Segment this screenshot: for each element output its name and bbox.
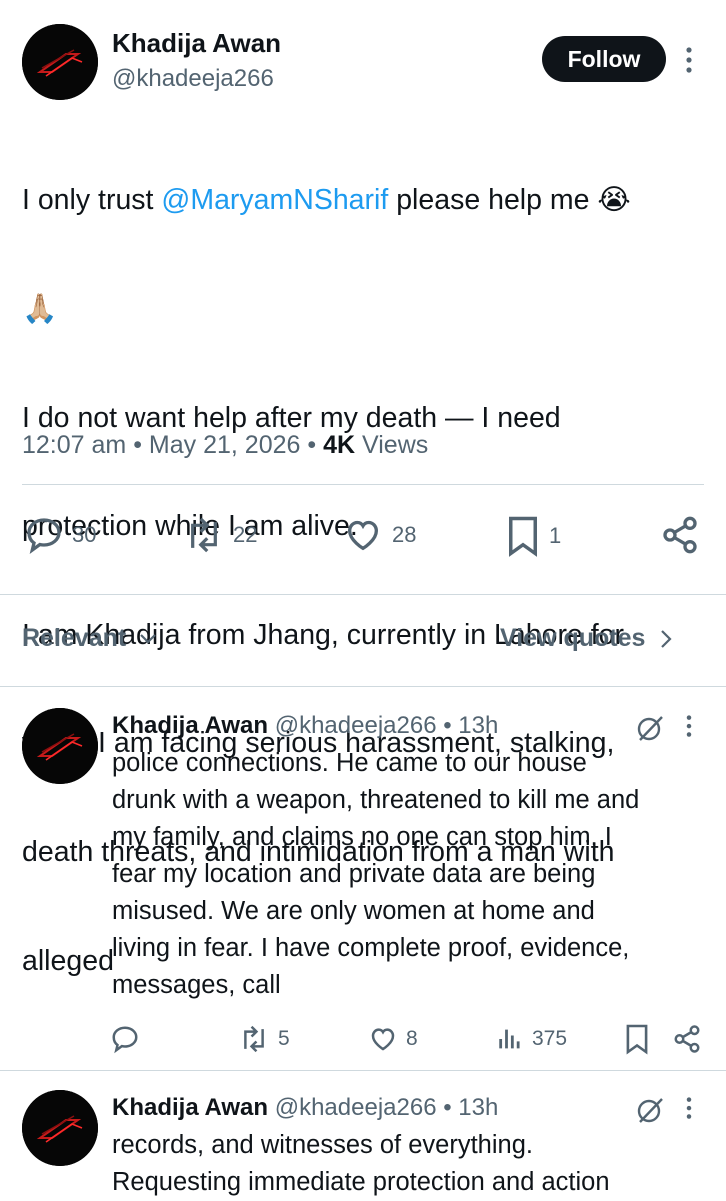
repost-count: 22 (233, 522, 258, 547)
author-handle[interactable]: @khadeeja266 (275, 712, 437, 739)
reply-text: records, and witnesses of everything. Re… (112, 1131, 610, 1196)
chevron-down-icon (140, 633, 156, 644)
tweet-meta: 12:07 am • May 21, 2026 • 4K Views (22, 431, 429, 459)
repost-button[interactable]: 22 (183, 515, 257, 555)
tweet-line: 🙏🏼 (22, 293, 58, 325)
chevron-right-icon (661, 629, 672, 648)
reply-age[interactable]: 13h (458, 712, 498, 739)
like-button[interactable]: 8 (368, 1024, 418, 1054)
mention-link[interactable]: @MaryamNSharif (161, 184, 388, 216)
bookmark-button[interactable] (624, 1023, 650, 1055)
views-count: 4K (323, 431, 356, 459)
tweet-line: I only trust @MaryamNSharif please help … (22, 184, 631, 217)
reply-icon (112, 1026, 138, 1054)
like-icon (371, 1028, 395, 1051)
more-icon[interactable] (680, 44, 698, 76)
more-icon[interactable] (680, 1094, 698, 1129)
divider (22, 484, 704, 485)
bookmark-count: 1 (549, 523, 562, 548)
avatar[interactable] (22, 24, 98, 100)
bookmark-icon (509, 516, 537, 557)
share-icon (674, 1025, 700, 1053)
bookmark-button[interactable]: 1 (505, 515, 561, 557)
reply-button[interactable]: 30 (24, 515, 96, 555)
bookmark-icon (626, 1024, 648, 1055)
tweet-time[interactable]: 12:07 am (22, 431, 126, 459)
reply-icon (27, 518, 61, 555)
reply-button[interactable] (110, 1024, 148, 1054)
author-handle[interactable]: @khadeeja266 (112, 64, 274, 94)
repost-count: 5 (278, 1027, 290, 1050)
reply-header: Khadija Awan @khadeeja266 • 13h (112, 712, 499, 739)
reply-count: 30 (72, 522, 97, 547)
view-quotes-label: View quotes (500, 624, 646, 652)
avatar[interactable] (22, 1090, 98, 1166)
author-name[interactable]: Khadija Awan (112, 28, 281, 58)
grok-icon[interactable] (634, 1094, 666, 1131)
more-icon[interactable] (680, 712, 698, 747)
views-button[interactable]: 375 (496, 1024, 567, 1054)
share-button[interactable] (672, 1023, 702, 1055)
repost-button[interactable]: 5 (238, 1024, 290, 1054)
reply-age[interactable]: 13h (458, 1094, 498, 1121)
avatar[interactable] (22, 708, 98, 784)
divider (0, 686, 726, 687)
views-count: 375 (532, 1027, 568, 1050)
like-button[interactable]: 28 (342, 515, 416, 555)
author-handle[interactable]: @khadeeja266 (275, 1094, 437, 1121)
share-button[interactable] (660, 514, 700, 556)
reply-header: Khadija Awan @khadeeja266 • 13h (112, 1094, 499, 1121)
author-name[interactable]: Khadija Awan (112, 1094, 268, 1121)
sort-label: Relevant (22, 624, 127, 652)
like-count: 8 (406, 1027, 418, 1050)
repost-icon (191, 517, 217, 553)
follow-button[interactable]: Follow (542, 36, 666, 82)
view-quotes-link[interactable]: View quotes (500, 624, 673, 653)
like-count: 28 (392, 522, 417, 547)
like-icon (347, 520, 379, 551)
divider (0, 1070, 726, 1071)
sort-relevant-dropdown[interactable]: Relevant (22, 624, 158, 653)
share-icon (663, 516, 697, 554)
divider (0, 594, 726, 595)
reply-text: police connections. He came to our house… (112, 749, 640, 999)
author-name[interactable]: Khadija Awan (112, 712, 268, 739)
views-icon (499, 1029, 520, 1049)
repost-icon (244, 1025, 264, 1053)
views-label: Views (362, 431, 429, 459)
tweet-date[interactable]: May 21, 2026 (149, 431, 301, 459)
grok-icon[interactable] (634, 712, 666, 749)
